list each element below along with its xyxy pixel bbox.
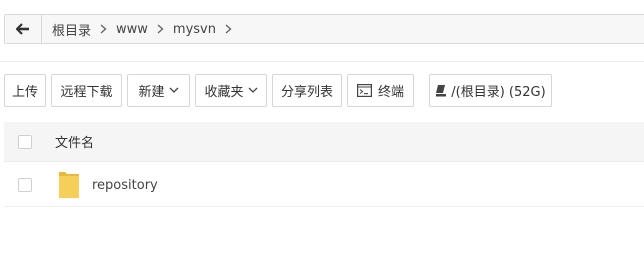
column-header-filename[interactable]: 文件名 [55, 132, 94, 151]
divider [0, 61, 644, 62]
folder-icon [58, 171, 80, 199]
breadcrumb-item-mysvn[interactable]: mysvn [169, 22, 220, 37]
file-list-header: 文件名 [4, 122, 644, 162]
row-checkbox[interactable] [18, 178, 32, 192]
toolbar: 上传 远程下载 新建 收藏夹 分享列表 终端 /(根目录) (52G) [4, 74, 557, 107]
arrow-left-icon [16, 23, 30, 35]
disk-label: /(根目录) (52G) [451, 85, 546, 100]
disk-icon [435, 84, 447, 97]
share-list-label: 分享列表 [280, 85, 333, 100]
share-list-button[interactable]: 分享列表 [272, 74, 342, 107]
favorites-label: 收藏夹 [204, 85, 244, 100]
favorites-dropdown-button[interactable]: 收藏夹 [195, 74, 267, 107]
chevron-right-icon [152, 24, 169, 34]
breadcrumb-bar: 根目录 www mysvn [4, 14, 644, 44]
back-button[interactable] [5, 15, 42, 43]
new-dropdown-button[interactable]: 新建 [127, 74, 190, 107]
breadcrumb: 根目录 www mysvn [42, 15, 237, 43]
select-all-checkbox[interactable] [18, 134, 32, 149]
remote-download-button[interactable]: 远程下载 [51, 74, 122, 107]
terminal-button[interactable]: 终端 [347, 74, 414, 107]
breadcrumb-item-www[interactable]: www [112, 22, 152, 37]
chevron-right-icon [95, 24, 112, 34]
upload-button[interactable]: 上传 [4, 74, 46, 107]
chevron-down-icon [248, 87, 258, 94]
remote-download-label: 远程下载 [60, 85, 113, 100]
new-label: 新建 [138, 85, 165, 100]
file-name[interactable]: repository [92, 178, 158, 193]
file-row[interactable]: repository [4, 164, 644, 207]
terminal-icon [356, 84, 372, 97]
disk-button[interactable]: /(根目录) (52G) [429, 74, 552, 107]
terminal-label: 终端 [377, 85, 404, 100]
breadcrumb-item-root[interactable]: 根目录 [48, 20, 95, 39]
chevron-down-icon [169, 87, 179, 94]
upload-label: 上传 [11, 85, 38, 100]
chevron-right-icon [220, 24, 237, 34]
